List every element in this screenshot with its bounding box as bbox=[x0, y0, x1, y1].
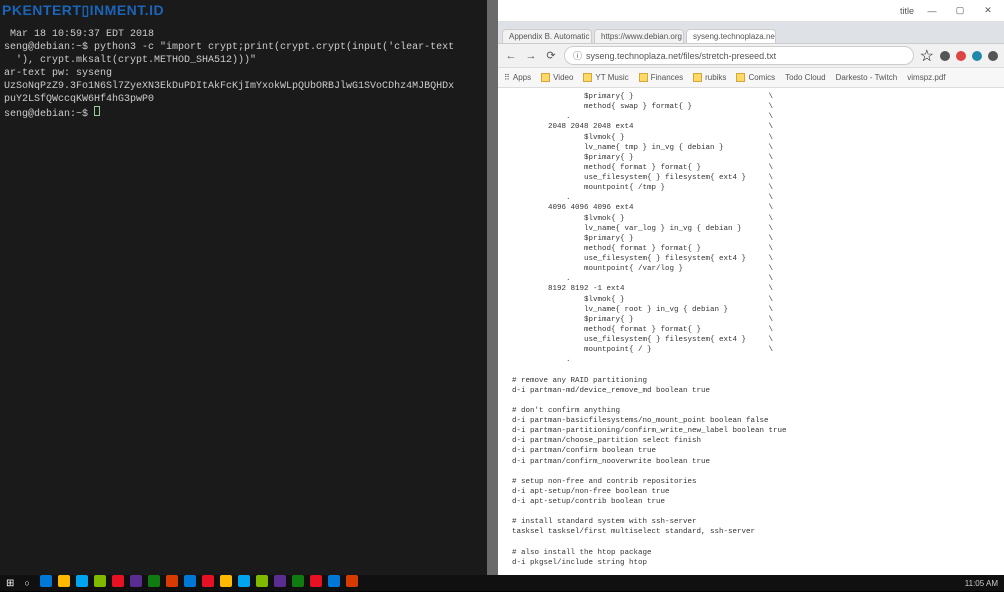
browser-tabs: Appendix B. Automatic× https://www.debia… bbox=[498, 22, 1004, 44]
bookmark-label: YT Music bbox=[595, 73, 628, 82]
page-content[interactable]: $primary{ } \ method{ swap } format{ } \… bbox=[498, 88, 1004, 575]
extension-icon[interactable] bbox=[956, 51, 966, 61]
desktop: Mar 18 10:59:37 EDT 2018 seng@debian:~$ … bbox=[0, 0, 1004, 575]
apps-button[interactable]: ⠿Apps bbox=[504, 73, 531, 82]
watermark-logo: PKENTERT▯INMENT.ID bbox=[2, 2, 164, 19]
taskbar-app-icon[interactable] bbox=[238, 575, 250, 587]
bookmark-item[interactable]: vimspz.pdf bbox=[907, 73, 945, 82]
site-info-icon[interactable]: ⓘ bbox=[573, 49, 582, 62]
bookmark-item[interactable]: Todo Cloud bbox=[785, 73, 825, 82]
bookmark-label: Comics bbox=[748, 73, 775, 82]
extension-icon[interactable] bbox=[972, 51, 982, 61]
bookmark-item[interactable]: Video bbox=[541, 73, 573, 82]
terminal-prompt: seng@debian:~$ bbox=[4, 109, 88, 120]
window-divider[interactable] bbox=[487, 0, 498, 575]
forward-button[interactable]: → bbox=[524, 50, 538, 62]
taskbar-app-icon[interactable] bbox=[292, 575, 304, 587]
browser-window: title — ▢ ✕ Appendix B. Automatic× https… bbox=[498, 0, 1004, 575]
folder-icon bbox=[736, 73, 745, 82]
taskbar-app-icon[interactable] bbox=[220, 575, 232, 587]
terminal-cursor[interactable] bbox=[94, 106, 100, 116]
bookmark-label: Finances bbox=[651, 73, 683, 82]
taskbar-app-icon[interactable] bbox=[256, 575, 268, 587]
bookmark-label: Todo Cloud bbox=[785, 73, 825, 82]
browser-address-bar: ← → ⟳ ⓘ syseng.technoplaza.net/files/str… bbox=[498, 44, 1004, 68]
windows-taskbar: ⊞ ○ 11:05 AM bbox=[0, 575, 1004, 591]
terminal-line: Mar 18 10:59:37 EDT 2018 bbox=[4, 29, 154, 40]
taskbar-app-icon[interactable] bbox=[148, 575, 160, 587]
folder-icon bbox=[583, 73, 592, 82]
bookmark-item[interactable]: rubiks bbox=[693, 73, 726, 82]
taskbar-app-icon[interactable] bbox=[130, 575, 142, 587]
folder-icon bbox=[541, 73, 550, 82]
reload-button[interactable]: ⟳ bbox=[544, 49, 558, 62]
taskbar-app-icon[interactable] bbox=[112, 575, 124, 587]
bookmark-item[interactable]: Darkesto - Twitch bbox=[836, 73, 898, 82]
folder-icon bbox=[693, 73, 702, 82]
terminal-command: python3 -c "import crypt;print(crypt.cry… bbox=[88, 42, 454, 53]
terminal-window[interactable]: Mar 18 10:59:37 EDT 2018 seng@debian:~$ … bbox=[0, 0, 487, 575]
browser-tab[interactable]: Appendix B. Automatic× bbox=[502, 29, 592, 43]
taskbar-app-icon[interactable] bbox=[310, 575, 322, 587]
terminal-output: puY2LSfQWccqKW6Hf4hG3pwP0 bbox=[4, 94, 154, 105]
taskbar-app-icon[interactable] bbox=[202, 575, 214, 587]
bookmark-item[interactable]: Finances bbox=[639, 73, 683, 82]
terminal-line: '), crypt.mksalt(crypt.METHOD_SHA512)))" bbox=[4, 55, 256, 66]
search-icon[interactable]: ○ bbox=[24, 578, 29, 588]
taskbar-app-icon[interactable] bbox=[184, 575, 196, 587]
bookmark-label: Apps bbox=[513, 73, 531, 82]
bookmark-item[interactable]: YT Music bbox=[583, 73, 628, 82]
url-input[interactable]: ⓘ syseng.technoplaza.net/files/stretch-p… bbox=[564, 46, 914, 65]
extension-icon[interactable] bbox=[988, 51, 998, 61]
maximize-button[interactable]: ▢ bbox=[950, 5, 970, 16]
window-title-text: title bbox=[900, 6, 914, 16]
taskbar-app-icon[interactable] bbox=[274, 575, 286, 587]
folder-icon bbox=[639, 73, 648, 82]
terminal-output: UzSoNqPzZ9.3Fo1N6Sl7ZyeXN3EkDuPDItAkFcKj… bbox=[4, 81, 454, 92]
tab-label: Appendix B. Automatic bbox=[509, 32, 590, 41]
extension-icon[interactable] bbox=[940, 51, 950, 61]
taskbar-app-icon[interactable] bbox=[328, 575, 340, 587]
terminal-prompt: seng@debian:~$ bbox=[4, 42, 88, 53]
tab-label: syseng.technoplaza.ne bbox=[693, 32, 775, 41]
bookmark-item[interactable]: Comics bbox=[736, 73, 775, 82]
back-button[interactable]: ← bbox=[504, 50, 518, 62]
start-button[interactable]: ⊞ bbox=[6, 578, 14, 589]
bookmark-label: vimspz.pdf bbox=[907, 73, 945, 82]
tab-label: https://www.debian.org bbox=[601, 32, 682, 41]
taskbar-app-icon[interactable] bbox=[76, 575, 88, 587]
bookmark-star-icon[interactable]: ☆ bbox=[920, 46, 934, 66]
bookmark-label: Video bbox=[553, 73, 573, 82]
browser-tab-active[interactable]: syseng.technoplaza.ne× bbox=[686, 29, 776, 43]
browser-tab[interactable]: https://www.debian.org× bbox=[594, 29, 684, 43]
browser-titlebar: title — ▢ ✕ bbox=[498, 0, 1004, 22]
apps-icon: ⠿ bbox=[504, 73, 510, 82]
taskbar-app-icon[interactable] bbox=[166, 575, 178, 587]
taskbar-app-icon[interactable] bbox=[346, 575, 358, 587]
url-text: syseng.technoplaza.net/files/stretch-pre… bbox=[586, 51, 776, 61]
minimize-button[interactable]: — bbox=[922, 6, 942, 16]
bookmark-label: rubiks bbox=[705, 73, 726, 82]
bookmark-label: Darkesto - Twitch bbox=[836, 73, 898, 82]
taskbar-app-icon[interactable] bbox=[40, 575, 52, 587]
taskbar-app-icon[interactable] bbox=[58, 575, 70, 587]
taskbar-app-icon[interactable] bbox=[94, 575, 106, 587]
terminal-line: ar-text pw: syseng bbox=[4, 68, 112, 79]
bookmarks-bar: ⠿Apps Video YT Music Finances rubiks Com… bbox=[498, 68, 1004, 88]
close-button[interactable]: ✕ bbox=[978, 5, 998, 16]
system-clock[interactable]: 11:05 AM bbox=[965, 579, 998, 588]
